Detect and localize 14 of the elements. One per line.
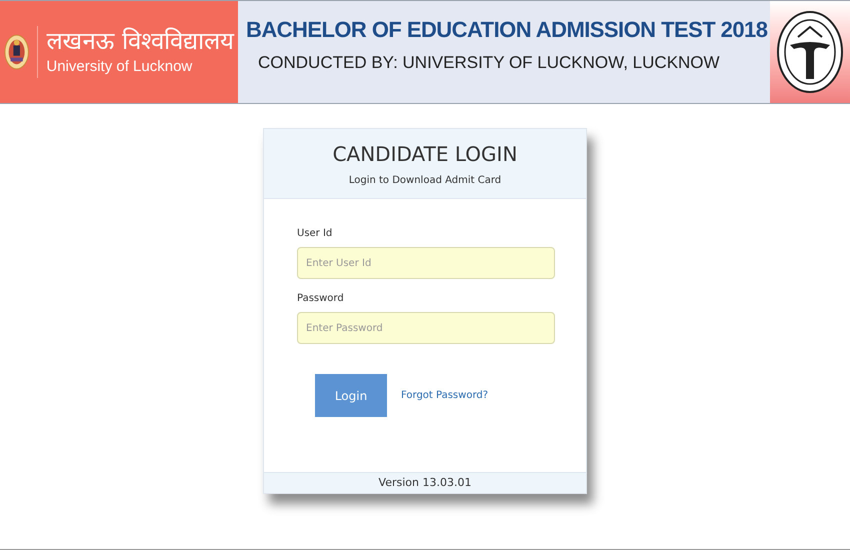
field-label: Password <box>297 292 345 306</box>
university-english-name: University of Lucknow <box>46 56 194 77</box>
university-hindi-name: लखनऊ विश्वविद्यालय <box>46 26 234 56</box>
state-seal-icon <box>776 9 844 95</box>
login-button[interactable]: Login <box>315 374 387 417</box>
input-field[interactable]: Enter User Id <box>297 247 555 279</box>
exam-title: BACHELOR OF EDUCATION ADMISSION TEST 2018 <box>246 16 768 44</box>
version-text: Version 13.03.01 <box>378 474 472 491</box>
forgot-password-link[interactable]: Forgot Password? <box>401 388 488 403</box>
field-label: User Id <box>297 227 334 241</box>
exam-subtitle: CONDUCTED BY: UNIVERSITY OF LUCKNOW, LUCKNOW <box>258 52 721 74</box>
input-field[interactable]: Enter Password <box>297 312 555 344</box>
login-subtitle: Login to Download Admit Card <box>348 174 502 188</box>
login-title: CANDIDATE LOGIN <box>332 141 518 168</box>
